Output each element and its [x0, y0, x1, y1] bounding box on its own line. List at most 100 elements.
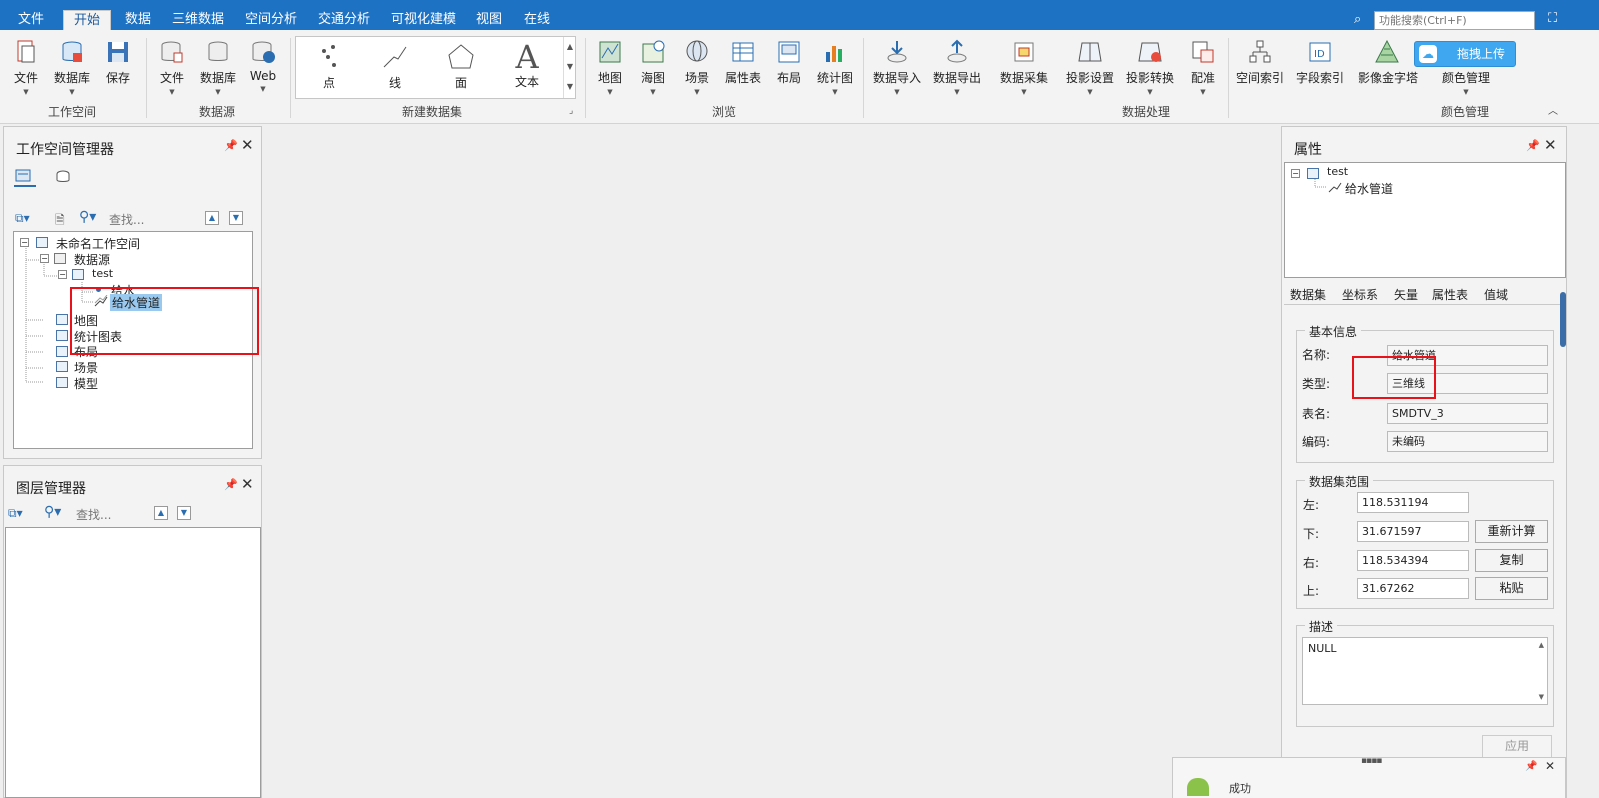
drag-handle-icon[interactable]: ▪▪▪▪ — [1361, 756, 1382, 766]
data-export-button[interactable]: 数据导出 ▼ — [933, 38, 981, 118]
notification-window: ▪▪▪▪ 📌 ✕ 成功 — [1172, 756, 1566, 798]
scrollbar-thumb[interactable] — [1560, 292, 1566, 347]
field-index-icon: ID — [1309, 42, 1331, 62]
collapse-icon[interactable]: − — [1291, 169, 1300, 178]
pin-icon[interactable]: 📌 — [1526, 139, 1540, 152]
workspace-file-button[interactable]: 文件 ▼ — [4, 38, 48, 118]
description-textarea[interactable]: NULL ▲ ▼ — [1302, 637, 1548, 705]
tab-coordinate-system[interactable]: 坐标系 — [1342, 286, 1378, 303]
close-icon[interactable]: ✕ — [241, 136, 254, 154]
collapse-icon[interactable]: − — [20, 238, 29, 247]
close-icon[interactable]: ✕ — [241, 475, 254, 493]
tree-node-datasources[interactable]: 数据源 — [74, 251, 110, 268]
view-options-icon[interactable]: ⧉▾ — [15, 211, 30, 226]
tree-node-test[interactable]: test — [92, 267, 113, 280]
scroll-up-icon[interactable]: ▲ — [1539, 641, 1544, 649]
svg-text:ID: ID — [1314, 49, 1325, 60]
spatial-index-button[interactable]: 空间索引 — [1236, 38, 1284, 118]
pin-icon[interactable]: 📌 — [1525, 761, 1537, 772]
collapse-ribbon-icon[interactable]: ︿ — [1548, 102, 1558, 117]
encoding-field[interactable]: 未编码 — [1387, 431, 1548, 452]
ribbon: 文件 ▼ 数据库 ▼ 保存 工作空间 文件 ▼ 数据库 ▼ Web ▼ 数据源 点 线 — [0, 30, 1599, 124]
export-icon — [947, 39, 967, 63]
image-pyramid-button[interactable]: 影像金字塔 — [1358, 38, 1419, 118]
tree-node-scene[interactable]: 场景 — [74, 359, 98, 376]
datasource-file-button[interactable]: 文件 ▼ — [150, 38, 194, 118]
browse-statistics-chart-button[interactable]: 统计图 ▼ — [813, 38, 857, 118]
button-label: 影像金字塔 — [1358, 71, 1419, 85]
open-file-icon[interactable]: 🗎 — [55, 211, 65, 232]
close-icon[interactable]: ✕ — [1545, 759, 1555, 773]
new-line-dataset-button[interactable]: 线 — [366, 41, 424, 97]
copy-button[interactable]: 复制 — [1475, 549, 1548, 572]
group-label-datasource: 数据源 — [199, 105, 236, 119]
apply-button[interactable]: 应用 — [1482, 735, 1552, 758]
props-tree-water-pipe[interactable]: 给水管道 — [1345, 180, 1393, 197]
bottom-bound-field[interactable]: 31.671597 — [1357, 521, 1469, 542]
scroll-down-icon[interactable]: ▼ — [1539, 693, 1544, 701]
tab-attribute-table[interactable]: 属性表 — [1432, 286, 1468, 303]
cloud-tab-icon[interactable] — [52, 167, 74, 187]
drag-upload-button[interactable]: ☁ 拖拽上传 — [1414, 41, 1516, 67]
tab-home[interactable]: 开始 — [63, 10, 112, 30]
button-label: 场景 — [684, 71, 709, 85]
tab-vector[interactable]: 矢量 — [1394, 286, 1418, 303]
workspace-tab-icon[interactable] — [14, 167, 36, 187]
new-region-dataset-button[interactable]: 面 — [432, 41, 490, 97]
projection-settings-button[interactable]: 投影设置 ▼ — [1066, 38, 1114, 118]
tab-file[interactable]: 文件 — [8, 10, 54, 30]
browse-chart-map-button[interactable]: 海图 ▼ — [631, 38, 675, 118]
search-icon[interactable]: ⚲▾ — [44, 504, 61, 520]
right-bound-field[interactable]: 118.534394 — [1357, 550, 1469, 571]
tree-node-workspace[interactable]: 未命名工作空间 — [56, 235, 140, 252]
top-bound-field[interactable]: 31.67262 — [1357, 578, 1469, 599]
new-text-dataset-button[interactable]: A 文本 — [498, 41, 556, 97]
pin-icon[interactable]: 📌 — [224, 139, 238, 152]
collapse-icon[interactable]: − — [58, 270, 67, 279]
gallery-scroll[interactable]: ▲ ▼ ▼ — [563, 37, 576, 98]
layer-search-input[interactable] — [76, 506, 151, 524]
search-icon[interactable]: ⚲▾ — [79, 209, 96, 225]
datasource-web-button[interactable]: Web ▼ — [241, 38, 285, 118]
tab-traffic-analysis[interactable]: 交通分析 — [308, 10, 380, 30]
workspace-save-button[interactable]: 保存 — [96, 38, 140, 118]
registration-button[interactable]: 配准 ▼ — [1181, 38, 1225, 118]
props-tree-test[interactable]: test — [1327, 165, 1348, 178]
fullscreen-icon[interactable]: ⛶ — [1548, 11, 1557, 26]
recalculate-button[interactable]: 重新计算 — [1475, 520, 1548, 543]
data-import-button[interactable]: 数据导入 ▼ — [873, 38, 921, 118]
tab-online[interactable]: 在线 — [514, 10, 560, 30]
tab-3d-data[interactable]: 三维数据 — [162, 10, 234, 30]
highlight-annotation-box — [1352, 356, 1436, 399]
new-point-dataset-button[interactable]: 点 — [300, 41, 358, 97]
left-bound-field[interactable]: 118.531194 — [1357, 492, 1469, 513]
next-match-icon[interactable]: ▼ — [177, 506, 191, 520]
workspace-search-input[interactable] — [109, 211, 199, 229]
function-search-input[interactable] — [1374, 11, 1535, 30]
dialog-launcher-icon[interactable]: ⌟ — [569, 106, 573, 116]
button-label: 数据库 — [53, 71, 90, 85]
browse-map-button[interactable]: 地图 ▼ — [588, 38, 632, 118]
next-match-icon[interactable]: ▼ — [229, 211, 243, 225]
table-name-field[interactable]: SMDTV_3 — [1387, 403, 1548, 424]
tree-node-model[interactable]: 模型 — [74, 375, 98, 392]
field-index-button[interactable]: ID 字段索引 — [1296, 38, 1344, 118]
previous-match-icon[interactable]: ▲ — [154, 506, 168, 520]
add-layer-icon[interactable]: ⧉▾ — [8, 506, 23, 521]
group-title: 描述 — [1305, 618, 1338, 635]
tab-visual-modeling[interactable]: 可视化建模 — [381, 10, 466, 30]
browse-layout-button[interactable]: 布局 — [767, 38, 811, 118]
tab-data[interactable]: 数据 — [115, 10, 161, 30]
tab-dataset[interactable]: 数据集 — [1290, 286, 1326, 303]
collapse-icon[interactable]: − — [40, 254, 49, 263]
type-label: 类型: — [1302, 377, 1331, 391]
tab-domain[interactable]: 值域 — [1484, 286, 1508, 303]
pin-icon[interactable]: 📌 — [224, 478, 238, 491]
data-collection-button[interactable]: 数据采集 ▼ — [1000, 38, 1048, 118]
tab-view[interactable]: 视图 — [466, 10, 512, 30]
close-icon[interactable]: ✕ — [1544, 136, 1557, 154]
paste-button[interactable]: 粘贴 — [1475, 577, 1548, 600]
button-label: 配准 — [1190, 71, 1215, 85]
previous-match-icon[interactable]: ▲ — [205, 211, 219, 225]
tab-spatial-analysis[interactable]: 空间分析 — [235, 10, 307, 30]
